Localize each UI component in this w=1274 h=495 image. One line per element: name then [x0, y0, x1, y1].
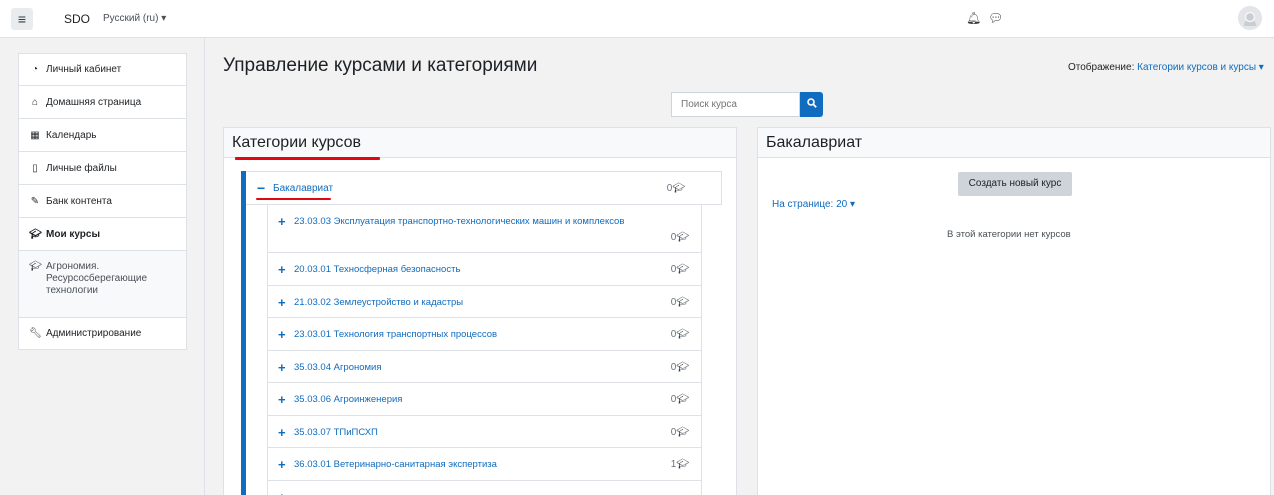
- category-row[interactable]: + 20.03.01 Техносферная безопасность 0🎓︎: [267, 253, 702, 286]
- graduation-cap-icon: 🎓︎: [676, 232, 689, 243]
- avatar-icon[interactable]: [1238, 6, 1262, 30]
- file-icon: ▯: [32, 162, 38, 174]
- category-name[interactable]: 20.03.01 Техносферная безопасность: [294, 264, 460, 275]
- sidebar-item-content-bank[interactable]: ✎ Банк контента: [18, 185, 187, 218]
- subcategory-list: + 23.03.03 Эксплуатация транспортно-техн…: [267, 205, 702, 495]
- course-count: 0🎓︎: [670, 296, 689, 308]
- bell-icon[interactable]: 🔔︎: [966, 11, 981, 25]
- sidebar-item-label: Календарь: [46, 129, 97, 141]
- site-brand[interactable]: SDO: [64, 12, 90, 26]
- display-mode-selector[interactable]: Отображение: Категории курсов и курсы ▾: [1068, 62, 1264, 73]
- sidebar: ◔ Личный кабинет ⌂ Домашняя страница ▦ К…: [0, 38, 205, 495]
- category-row[interactable]: + 21.03.02 Землеустройство и кадастры 0🎓…: [267, 285, 702, 318]
- course-count: 0🎓︎: [670, 361, 689, 373]
- category-tree: − Бакалавриат 0🎓︎ + 23.03.03 Эксплуатаци…: [241, 171, 722, 495]
- sidebar-item-home[interactable]: ⌂ Домашняя страница: [18, 86, 187, 119]
- expand-icon[interactable]: +: [278, 392, 286, 407]
- category-name[interactable]: 35.03.06 Агроинженерия: [294, 394, 402, 405]
- top-navbar: ≡ SDO Русский (ru) ▾ 🔔︎ 💬︎: [0, 0, 1274, 38]
- sidebar-item-label: Личный кабинет: [46, 64, 122, 75]
- sidebar-item-label: Администрирование: [46, 328, 142, 339]
- course-count: 0🎓︎: [670, 426, 689, 438]
- sidebar-item-my-courses[interactable]: 🎓︎ Мои курсы: [18, 218, 187, 251]
- display-mode-label: Отображение:: [1068, 62, 1135, 73]
- category-name[interactable]: 36.03.01 Ветеринарно-санитарная эксперти…: [294, 459, 497, 470]
- category-row-partial[interactable]: +: [267, 480, 702, 495]
- expand-icon[interactable]: +: [278, 490, 286, 495]
- sidebar-item-label: Домашняя страница: [46, 96, 142, 108]
- dashboard-icon: ◔: [31, 64, 39, 75]
- course-count: 0🎓︎: [670, 232, 689, 243]
- sidebar-item-private-files[interactable]: ▯ Личные файлы: [18, 152, 187, 185]
- red-annotation-underline: [235, 157, 380, 160]
- category-name[interactable]: 35.03.07 ТПиПСХП: [294, 427, 378, 438]
- home-icon: ⌂: [31, 96, 39, 108]
- category-name[interactable]: Бакалавриат: [273, 183, 333, 194]
- categories-panel-title: Категории курсов: [224, 128, 736, 158]
- search-icon: [806, 98, 817, 108]
- collapse-icon[interactable]: −: [257, 180, 265, 196]
- sidebar-item-dashboard[interactable]: ◔ Личный кабинет: [18, 53, 187, 86]
- graduation-cap-icon: 🎓︎: [29, 261, 42, 272]
- category-name[interactable]: 23.03.03 Эксплуатация транспортно-технол…: [294, 216, 624, 227]
- category-name[interactable]: 21.03.02 Землеустройство и кадастры: [294, 297, 463, 308]
- graduation-cap-icon: 🎓︎: [676, 459, 689, 470]
- sidebar-nav: ◔ Личный кабинет ⌂ Домашняя страница ▦ К…: [18, 53, 187, 321]
- chat-icon[interactable]: 💬︎: [988, 11, 1003, 25]
- red-annotation-underline: [256, 198, 331, 200]
- empty-courses-message: В этой категории нет курсов: [947, 229, 1071, 240]
- page-title: Управление курсами и категориями: [223, 55, 538, 76]
- per-page-selector[interactable]: На странице: 20 ▾: [772, 199, 855, 210]
- category-row[interactable]: + 36.03.01 Ветеринарно-санитарная экспер…: [267, 448, 702, 481]
- courses-panel-title: Бакалавриат: [758, 128, 1270, 158]
- sidebar-item-label: Личные файлы: [46, 162, 117, 174]
- category-row[interactable]: + 35.03.07 ТПиПСХП 0🎓︎: [267, 415, 702, 448]
- expand-icon[interactable]: +: [278, 457, 286, 472]
- sidebar-item-administration[interactable]: 🔧︎ Администрирование: [18, 317, 187, 350]
- hamburger-icon[interactable]: ≡: [11, 8, 33, 30]
- expand-icon[interactable]: +: [278, 262, 286, 277]
- sidebar-item-label: Мои курсы: [46, 228, 101, 240]
- graduation-cap-icon: 🎓︎: [676, 394, 689, 405]
- graduation-cap-icon: 🎓︎: [676, 264, 689, 275]
- display-mode-value[interactable]: Категории курсов и курсы ▾: [1137, 62, 1264, 73]
- expand-icon[interactable]: +: [278, 295, 286, 310]
- graduation-cap-icon: 🎓︎: [676, 361, 689, 373]
- category-name[interactable]: 23.03.01 Технология транспортных процесс…: [294, 329, 497, 340]
- calendar-icon: ▦: [30, 129, 40, 141]
- expand-icon[interactable]: +: [278, 425, 286, 440]
- category-name[interactable]: 35.03.04 Агрономия: [294, 362, 382, 373]
- sidebar-item-label: Агрономия. Ресурсосберегающие технологии: [46, 261, 148, 296]
- category-row[interactable]: + 23.03.01 Технология транспортных проце…: [267, 318, 702, 351]
- course-count: 0🎓︎: [670, 264, 689, 275]
- category-row[interactable]: + 35.03.04 Агрономия 0🎓︎: [267, 350, 702, 383]
- category-row[interactable]: + 35.03.06 Агроинженерия 0🎓︎: [267, 383, 702, 416]
- graduation-cap-icon: 🎓︎: [676, 329, 689, 340]
- create-course-button[interactable]: Создать новый курс: [958, 172, 1072, 196]
- wrench-icon: 🔧︎: [29, 328, 42, 339]
- sidebar-item-course[interactable]: 🎓︎ Агрономия. Ресурсосберегающие техноло…: [18, 251, 187, 321]
- graduation-cap-icon: 🎓︎: [29, 228, 42, 240]
- expand-icon[interactable]: +: [278, 360, 286, 375]
- expand-icon[interactable]: +: [278, 214, 286, 229]
- graduation-cap-icon: 🎓︎: [676, 426, 689, 438]
- course-count: 0🎓︎: [666, 183, 685, 194]
- category-row[interactable]: + 23.03.03 Эксплуатация транспортно-техн…: [267, 205, 702, 253]
- graduation-cap-icon: 🎓︎: [672, 183, 685, 194]
- paintbrush-icon: ✎: [30, 195, 40, 207]
- sidebar-item-calendar[interactable]: ▦ Календарь: [18, 119, 187, 152]
- expand-icon[interactable]: +: [278, 327, 286, 342]
- language-selector[interactable]: Русский (ru) ▾: [103, 13, 166, 24]
- search-button[interactable]: [800, 92, 823, 117]
- graduation-cap-icon: 🎓︎: [676, 296, 689, 308]
- course-count: 1🎓︎: [670, 459, 689, 470]
- sidebar-item-label: Банк контента: [46, 195, 112, 207]
- course-search-input[interactable]: [671, 92, 800, 117]
- course-count: 0🎓︎: [670, 329, 689, 340]
- course-count: 0🎓︎: [670, 394, 689, 405]
